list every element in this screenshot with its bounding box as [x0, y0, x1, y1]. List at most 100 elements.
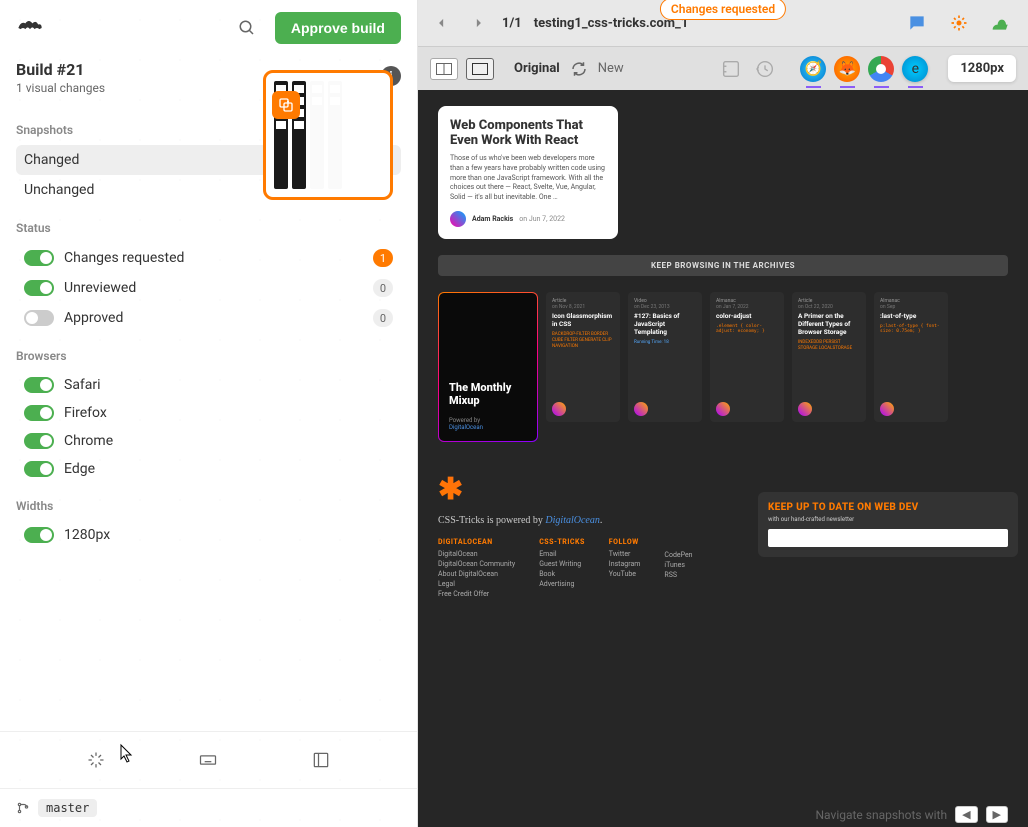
card-date: on Sep [880, 304, 942, 310]
nav-hint: Navigate snapshots with ◀ ▶ [816, 806, 1009, 823]
snapshot-thumbnail[interactable] [263, 70, 393, 200]
tab-original[interactable]: Original [514, 61, 560, 76]
diff-badge-icon [272, 91, 300, 119]
footer-link[interactable]: DigitalOcean [438, 550, 515, 558]
card-date: on Oct 22, 2020 [798, 304, 860, 310]
toggle-icon[interactable] [24, 280, 54, 296]
card-code: .element { color-adjust: economy; } [716, 324, 778, 334]
ruler-icon[interactable] [720, 58, 742, 80]
footer-col-title: CSS-TRICKS [539, 538, 585, 546]
nav-hint-text: Navigate snapshots with [816, 808, 948, 822]
footer-link[interactable]: Legal [438, 580, 515, 588]
do-link: DigitalOcean [545, 515, 599, 526]
footer-link[interactable]: DigitalOcean Community [438, 560, 515, 568]
search-icon[interactable] [231, 12, 263, 44]
avatar [450, 211, 466, 227]
site-footer: ✱ CSS-Tricks is powered by DigitalOcean.… [438, 472, 1008, 600]
footer-link[interactable]: Book [539, 570, 585, 578]
newsletter-input[interactable] [768, 529, 1008, 547]
toggle-icon[interactable] [24, 250, 54, 266]
article-title: Web Components That Even Work With React [450, 118, 606, 148]
status-changes-requested[interactable]: Changes requested 1 [16, 243, 401, 273]
toggle-icon[interactable] [24, 310, 54, 326]
footer-col-title: DIGITALOCEAN [438, 538, 515, 546]
snapshot-counter: 1/1 [502, 16, 522, 31]
mini-card: Videoon Dec 23, 2013#127: Basics of Java… [628, 292, 702, 422]
card-title: color-adjust [716, 312, 778, 320]
footer-link[interactable]: About DigitalOcean [438, 570, 515, 578]
single-view-icon[interactable] [466, 58, 494, 80]
card-date: on Dec 23, 2013 [634, 304, 696, 310]
mini-card: Almanacon Sep:last-of-typep:last-of-type… [874, 292, 948, 422]
next-arrow-icon[interactable] [466, 11, 490, 35]
status-approved[interactable]: Approved 0 [16, 303, 401, 333]
footer-link[interactable]: RSS [664, 571, 692, 579]
article-excerpt: Those of us who've been web developers m… [450, 154, 606, 203]
count-badge: 0 [373, 279, 393, 297]
footer-link[interactable]: Instagram [609, 560, 641, 568]
prev-arrow-icon[interactable] [430, 11, 454, 35]
browser-label: Firefox [64, 405, 393, 421]
approve-button[interactable]: Approve build [275, 12, 401, 44]
status-chip: Changes requested [660, 0, 786, 20]
widths-heading: Widths [16, 499, 401, 513]
browser-safari[interactable]: Safari [16, 371, 401, 399]
author-date: on Jun 7, 2022 [519, 215, 565, 223]
status-label: Unreviewed [64, 280, 363, 296]
approve-icon[interactable] [986, 8, 1016, 38]
card-tags: BACKDROP-FILTER BORDER CUBE FILTER GENER… [552, 332, 614, 350]
browser-chrome[interactable]: Chrome [16, 427, 401, 455]
author-name: Adam Rackis [472, 215, 513, 223]
branch-icon [16, 801, 30, 815]
toggle-icon[interactable] [24, 433, 54, 449]
edge-icon[interactable]: e [902, 56, 928, 82]
comment-icon[interactable] [902, 8, 932, 38]
status-heading: Status [16, 221, 401, 235]
browser-firefox[interactable]: Firefox [16, 399, 401, 427]
status-unreviewed[interactable]: Unreviewed 0 [16, 273, 401, 303]
split-view-icon[interactable] [430, 58, 458, 80]
footer-link[interactable]: Guest Writing [539, 560, 585, 568]
width-1280[interactable]: 1280px [16, 521, 401, 549]
footer-col-title: FOLLOW [609, 538, 641, 546]
browser-label: Chrome [64, 433, 393, 449]
toggle-icon[interactable] [24, 461, 54, 477]
toggle-icon[interactable] [24, 377, 54, 393]
cycle-icon[interactable] [570, 60, 588, 78]
card-date: on Nov 8, 2021 [552, 304, 614, 310]
width-label: 1280px [64, 527, 393, 543]
chrome-icon[interactable] [868, 56, 894, 82]
safari-icon[interactable]: 🧭 [800, 56, 826, 82]
toggle-icon[interactable] [24, 527, 54, 543]
footer-link[interactable]: Email [539, 550, 585, 558]
footer-link[interactable]: iTunes [664, 561, 692, 569]
footer-col: CodePen iTunes RSS [664, 538, 692, 600]
flag-icon[interactable] [944, 8, 974, 38]
history-icon[interactable] [754, 58, 776, 80]
branch-name[interactable]: master [38, 799, 97, 817]
footer-link[interactable]: YouTube [609, 570, 641, 578]
key-right-icon: ▶ [986, 806, 1008, 823]
card-date: on Jan 7, 2022 [716, 304, 778, 310]
footer-link[interactable]: CodePen [664, 551, 692, 559]
footer-link[interactable]: Twitter [609, 550, 641, 558]
card-code: p:last-of-type { font-size: 0.75em; } [880, 324, 942, 334]
footer-link[interactable]: Advertising [539, 580, 585, 588]
powered-text: CSS-Tricks is powered by [438, 515, 543, 526]
promo-do: DigitalOcean [449, 424, 527, 431]
width-selector[interactable]: 1280px [948, 55, 1016, 82]
keyboard-icon[interactable] [192, 744, 224, 776]
browser-edge[interactable]: Edge [16, 455, 401, 483]
footer-link[interactable]: Free Credit Offer [438, 590, 515, 598]
avatar [798, 402, 812, 416]
status-label: Approved [64, 310, 363, 326]
toggle-icon[interactable] [24, 405, 54, 421]
promo-card: The Monthly Mixup Powered by DigitalOcea… [438, 292, 538, 442]
sparkle-icon[interactable] [80, 744, 112, 776]
panel-icon[interactable] [305, 744, 337, 776]
tab-new[interactable]: New [598, 61, 624, 76]
firefox-icon[interactable]: 🦊 [834, 56, 860, 82]
app-logo[interactable] [16, 14, 44, 42]
count-badge: 0 [373, 309, 393, 327]
card-tags: INDEXEDDB PERSIST STORAGE LOCALSTORAGE [798, 340, 860, 352]
